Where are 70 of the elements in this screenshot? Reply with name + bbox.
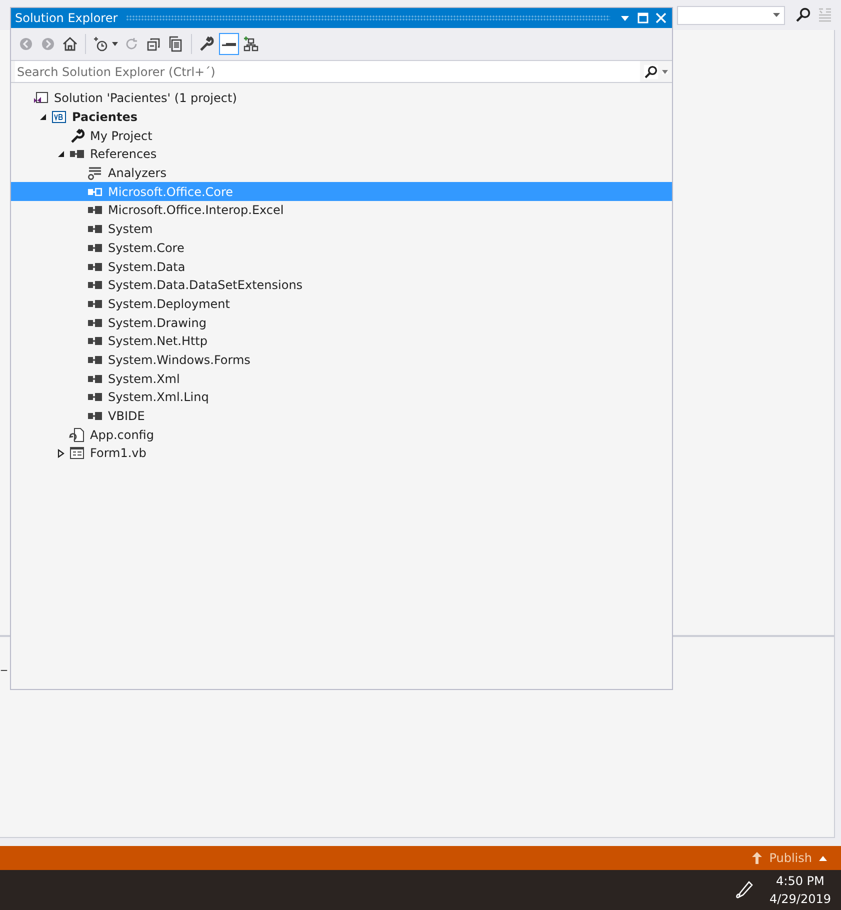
preview-button[interactable] bbox=[219, 33, 239, 55]
maximize-icon[interactable] bbox=[636, 11, 650, 25]
pen-icon[interactable] bbox=[735, 880, 756, 900]
item-label: System.Data bbox=[108, 260, 186, 274]
tree-item[interactable]: System.Xml.Linq bbox=[11, 388, 672, 407]
tree-item[interactable]: App.config bbox=[11, 425, 672, 444]
tree-item[interactable]: System.Windows.Forms bbox=[11, 350, 672, 370]
item-label: Pacientes bbox=[72, 110, 138, 124]
search-icon[interactable] bbox=[644, 64, 658, 78]
close-icon[interactable] bbox=[654, 11, 668, 25]
tree-item[interactable]: System.Drawing bbox=[11, 313, 672, 332]
item-label: App.config bbox=[90, 428, 154, 442]
clock-icon bbox=[93, 36, 109, 52]
editor-text: _ bbox=[1, 657, 7, 671]
item-label: Microsoft.Office.Core bbox=[108, 184, 234, 199]
wrench-icon bbox=[69, 128, 85, 144]
item-label: System.Deployment bbox=[108, 296, 230, 311]
tree-item[interactable]: System.Deployment bbox=[11, 294, 672, 314]
tree-item[interactable]: System.Data bbox=[11, 257, 672, 276]
collapsed-arrow-icon[interactable] bbox=[57, 448, 65, 458]
expanded-arrow-icon[interactable] bbox=[39, 113, 47, 122]
caret-icon bbox=[819, 856, 827, 860]
tree-item[interactable]: System.Net.Http bbox=[11, 332, 672, 351]
caret-icon bbox=[112, 42, 118, 46]
item-label: VBIDE bbox=[108, 409, 145, 424]
item-label: Microsoft.Office.Interop.Excel bbox=[108, 203, 284, 218]
tree-item[interactable]: Solution 'Pacientes' (1 project) bbox=[11, 89, 672, 108]
pages-icon bbox=[168, 36, 184, 52]
tree-item[interactable]: VBIDE bbox=[11, 406, 672, 426]
tree-item[interactable]: My Project bbox=[11, 126, 672, 146]
item-label: System.Xml bbox=[108, 372, 180, 386]
caret-icon bbox=[773, 13, 780, 17]
analyzers-icon bbox=[87, 165, 103, 182]
item-label: System.Windows.Forms bbox=[108, 352, 250, 367]
tree-item[interactable]: System.Xml bbox=[11, 369, 672, 388]
clock-time: 4:50 PM bbox=[776, 873, 824, 890]
arrow-up-icon bbox=[752, 852, 762, 864]
wrench-icon bbox=[199, 36, 215, 52]
item-label: System.Xml.Linq bbox=[108, 390, 209, 404]
collapse-all-icon bbox=[146, 36, 162, 52]
tree-item[interactable]: Pacientes bbox=[11, 108, 672, 126]
panel-title: Solution Explorer bbox=[15, 11, 118, 25]
clock-date: 4/29/2019 bbox=[769, 891, 831, 908]
item-label: System.Drawing bbox=[108, 316, 206, 330]
tree-item[interactable]: System.Data.DataSetExtensions bbox=[11, 276, 672, 295]
caret-icon[interactable] bbox=[662, 70, 668, 74]
search-icon[interactable] bbox=[795, 7, 811, 23]
config-file-icon bbox=[69, 426, 85, 443]
home-icon bbox=[62, 36, 78, 52]
tree-item[interactable]: Analyzers bbox=[11, 164, 672, 182]
form-icon bbox=[69, 445, 85, 462]
tree-item[interactable]: Microsoft.Office.Interop.Excel bbox=[11, 201, 672, 220]
refresh-icon bbox=[124, 36, 140, 52]
item-label: System.Core bbox=[108, 240, 184, 255]
expanded-arrow-icon[interactable] bbox=[57, 150, 65, 158]
item-label: My Project bbox=[90, 128, 152, 143]
project-icon bbox=[51, 109, 67, 126]
diagram-icon bbox=[243, 36, 259, 52]
item-label: System bbox=[108, 222, 153, 236]
item-label: References bbox=[90, 147, 157, 162]
tree-item[interactable]: System bbox=[11, 220, 672, 238]
item-label: Analyzers bbox=[108, 166, 166, 180]
tree-item[interactable]: References bbox=[11, 145, 672, 164]
search-field[interactable]: Search Solution Explorer (Ctrl+´) bbox=[15, 61, 640, 82]
tree-item[interactable]: System.Core bbox=[11, 238, 672, 258]
item-label: System.Net.Http bbox=[108, 334, 208, 348]
tree-item[interactable]: Form1.vb bbox=[11, 444, 672, 463]
item-label: System.Data.DataSetExtensions bbox=[108, 278, 303, 292]
item-label: Form1.vb bbox=[90, 446, 146, 460]
item-label: Solution 'Pacientes' (1 project) bbox=[54, 91, 237, 106]
